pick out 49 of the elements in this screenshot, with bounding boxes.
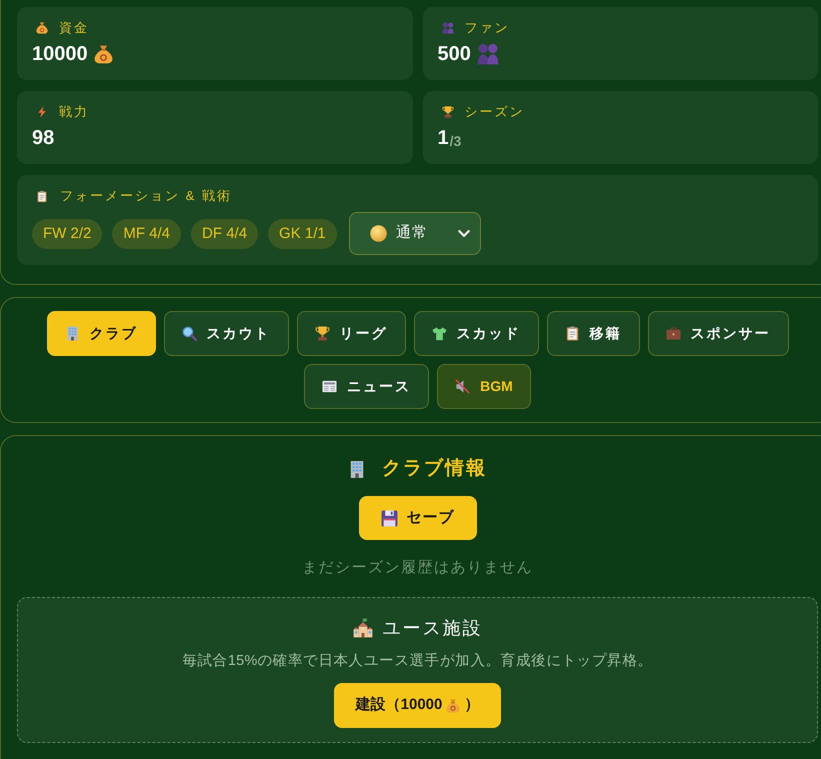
nav-tab[interactable]: リーグ bbox=[296, 311, 406, 356]
stat-label: 戦力 bbox=[59, 103, 89, 121]
save-button[interactable]: セーブ bbox=[358, 496, 476, 540]
trophy-icon bbox=[314, 326, 330, 341]
chevron-down-icon bbox=[458, 230, 470, 237]
position-chip: DF 4/4 bbox=[191, 218, 258, 248]
coin-icon bbox=[370, 225, 387, 242]
stat-label: ファン bbox=[464, 19, 510, 37]
facility-title: ユース施設 bbox=[382, 617, 482, 640]
stat-value: 98 bbox=[32, 126, 54, 151]
muted-speaker-icon bbox=[455, 379, 470, 394]
stat-label: 資金 bbox=[59, 19, 89, 37]
clipboard-icon bbox=[36, 190, 48, 202]
build-button[interactable]: 建設（10000 ） bbox=[334, 683, 502, 728]
position-chip: GK 1/1 bbox=[268, 218, 337, 248]
section-title: クラブ情報 bbox=[382, 456, 487, 481]
stat-total: /3 bbox=[450, 132, 462, 151]
bgm-toggle[interactable]: BGM bbox=[437, 364, 531, 409]
position-chip: FW 2/2 bbox=[32, 218, 102, 248]
money-bag-icon bbox=[446, 698, 460, 712]
newspaper-icon bbox=[322, 379, 338, 394]
nav-tab[interactable]: ニュース bbox=[304, 364, 430, 409]
position-chip: MF 4/4 bbox=[112, 218, 182, 248]
nav-tab[interactable]: スポンサー bbox=[648, 311, 788, 356]
lightning-icon bbox=[36, 106, 48, 118]
money-bag-icon bbox=[94, 44, 113, 64]
stat-label: シーズン bbox=[464, 103, 524, 121]
nav-tab[interactable]: クラブ bbox=[46, 311, 156, 356]
tactic-select[interactable]: 通常 bbox=[348, 212, 481, 255]
stat-value: 500 bbox=[438, 42, 471, 67]
people-icon bbox=[442, 22, 454, 34]
empty-history-message: まだシーズン履歴はありません bbox=[302, 558, 533, 578]
stat-value: 1 bbox=[438, 126, 449, 151]
building-icon bbox=[64, 326, 80, 341]
briefcase-icon bbox=[666, 326, 680, 341]
clipboard-icon bbox=[564, 326, 580, 341]
nav-tab[interactable]: スカウト bbox=[164, 311, 288, 356]
building-icon bbox=[348, 460, 366, 478]
trophy-icon bbox=[442, 106, 454, 118]
search-icon bbox=[182, 326, 196, 341]
formation-title: フォーメーション & 戦術 bbox=[60, 187, 232, 205]
nav-tab[interactable]: スカッド bbox=[414, 311, 538, 356]
money-bag-icon bbox=[36, 22, 48, 34]
stat-value: 10000 bbox=[32, 42, 88, 67]
people-icon bbox=[476, 43, 499, 65]
school-icon bbox=[352, 618, 372, 638]
facility-description: 毎試合15%の確率で日本人ユース選手が加入。育成後にトップ昇格。 bbox=[182, 652, 653, 671]
nav-tab[interactable]: 移籍 bbox=[546, 311, 640, 356]
t-shirt-icon bbox=[432, 326, 446, 341]
